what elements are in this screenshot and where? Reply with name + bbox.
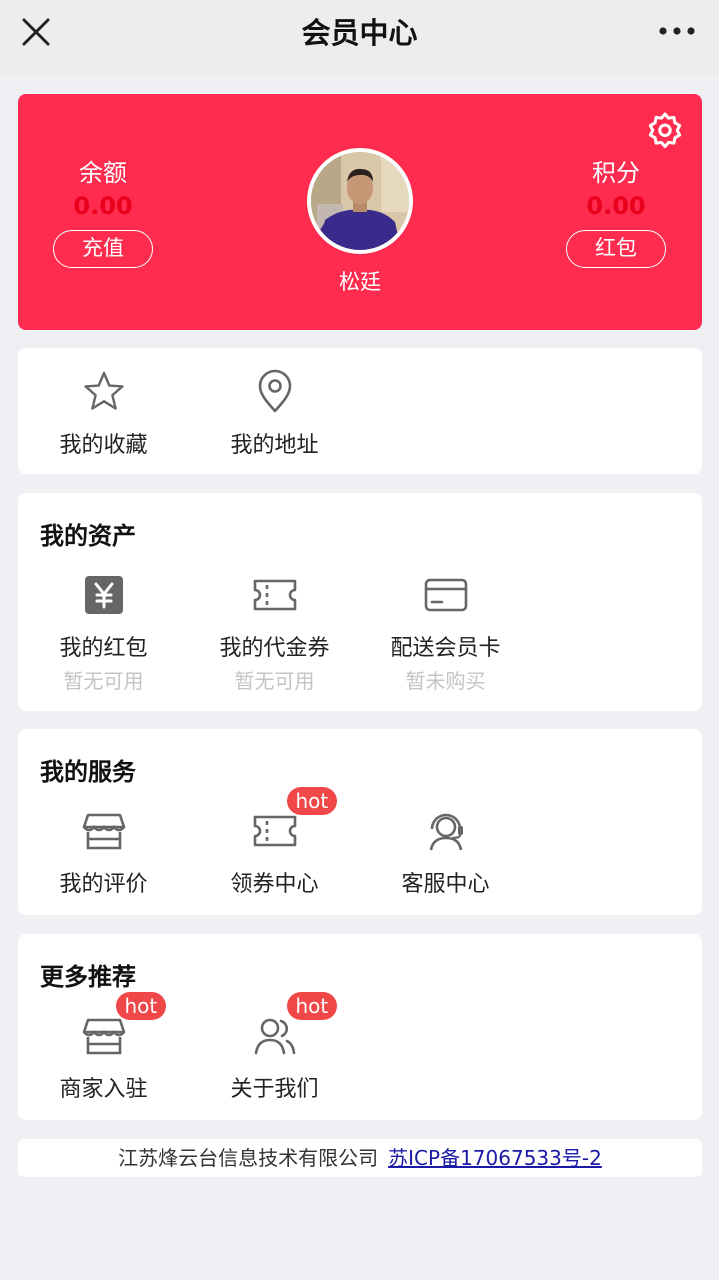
users-icon: hot bbox=[251, 992, 338, 1060]
footer-company: 江苏烽云台信息技术有限公司 bbox=[118, 1146, 379, 1170]
card-icon bbox=[422, 571, 470, 619]
store-icon bbox=[80, 807, 128, 855]
ticket-icon: hot bbox=[251, 787, 338, 855]
service-review-item[interactable]: 我的评价 bbox=[18, 807, 189, 901]
quick-links-card: 我的收藏 我的地址 bbox=[18, 348, 702, 474]
address-label: 我的地址 bbox=[230, 433, 319, 458]
more-merchant-join-item[interactable]: hot 商家入驻 bbox=[18, 992, 189, 1106]
service-review-label: 我的评价 bbox=[59, 872, 148, 897]
more-about-us-item[interactable]: hot 关于我们 bbox=[189, 992, 360, 1106]
avatar[interactable] bbox=[307, 148, 413, 254]
balance-value: 0.00 bbox=[73, 192, 133, 220]
icp-link[interactable]: 苏ICP备17067533号-2 bbox=[388, 1146, 602, 1170]
service-coupon-center-label: 领券中心 bbox=[230, 872, 319, 897]
service-support-label: 客服中心 bbox=[401, 872, 490, 897]
hot-badge: hot bbox=[286, 787, 338, 815]
favorites-label: 我的收藏 bbox=[59, 433, 148, 458]
favorites-item[interactable]: 我的收藏 bbox=[18, 368, 189, 462]
service-coupon-center-item[interactable]: hot 领券中心 bbox=[189, 787, 360, 901]
service-support-item[interactable]: 客服中心 bbox=[360, 807, 531, 901]
recharge-button[interactable]: 充值 bbox=[53, 230, 153, 268]
store-icon: hot bbox=[80, 992, 167, 1060]
ticket-icon bbox=[251, 571, 299, 619]
redpacket-button[interactable]: 红包 bbox=[566, 230, 666, 268]
more-merchant-join-label: 商家入驻 bbox=[59, 1077, 148, 1102]
hot-badge: hot bbox=[286, 992, 338, 1020]
location-pin-icon bbox=[251, 368, 299, 416]
yen-icon bbox=[80, 571, 128, 619]
page-title: 会员中心 bbox=[301, 16, 418, 50]
member-hero-card: 余额 0.00 充值 松廷 积分 0.00 红包 bbox=[18, 94, 702, 330]
asset-voucher-status: 暂无可用 bbox=[234, 669, 315, 693]
services-title: 我的服务 bbox=[40, 758, 136, 786]
more-about-us-label: 关于我们 bbox=[230, 1077, 319, 1102]
username: 松廷 bbox=[339, 270, 381, 294]
asset-redpacket-label: 我的红包 bbox=[59, 636, 148, 661]
asset-redpacket-status: 暂无可用 bbox=[63, 669, 144, 693]
more-title: 更多推荐 bbox=[40, 963, 136, 991]
settings-gear-icon[interactable] bbox=[646, 110, 684, 149]
top-bar: 会员中心 bbox=[0, 0, 719, 75]
hot-badge: hot bbox=[115, 992, 167, 1020]
headset-icon bbox=[422, 807, 470, 855]
more-card: 更多推荐 hot 商家入驻 hot 关于我们 bbox=[18, 934, 702, 1120]
assets-card: 我的资产 我的红包 暂无可用 我的代金券 暂无可用 配送会员卡 暂未购买 bbox=[18, 493, 702, 711]
more-options-icon[interactable] bbox=[655, 18, 699, 48]
asset-membercard-status: 暂未购买 bbox=[405, 669, 486, 693]
points-stat: 积分 0.00 红包 bbox=[551, 156, 681, 268]
asset-membercard-label: 配送会员卡 bbox=[390, 636, 501, 661]
star-icon bbox=[80, 368, 128, 416]
balance-stat: 余额 0.00 充值 bbox=[38, 156, 168, 268]
asset-voucher-label: 我的代金券 bbox=[219, 636, 330, 661]
points-label: 积分 bbox=[592, 159, 640, 187]
asset-voucher-item[interactable]: 我的代金券 暂无可用 bbox=[189, 571, 360, 695]
address-item[interactable]: 我的地址 bbox=[189, 368, 360, 462]
asset-redpacket-item[interactable]: 我的红包 暂无可用 bbox=[18, 571, 189, 695]
points-value: 0.00 bbox=[586, 192, 646, 220]
balance-label: 余额 bbox=[79, 159, 127, 187]
footer: 江苏烽云台信息技术有限公司 苏ICP备17067533号-2 bbox=[18, 1139, 702, 1177]
services-card: 我的服务 我的评价 hot 领券中心 客服中心 bbox=[18, 729, 702, 915]
asset-membercard-item[interactable]: 配送会员卡 暂未购买 bbox=[360, 571, 531, 695]
assets-title: 我的资产 bbox=[40, 522, 136, 550]
